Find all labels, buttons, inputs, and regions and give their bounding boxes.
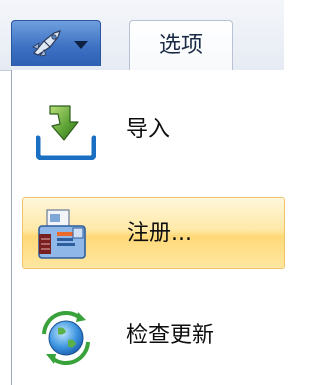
menu-item-label: 导入 [126, 117, 171, 142]
chevron-down-icon [74, 41, 88, 49]
rocket-icon [32, 30, 61, 57]
app-menu-button[interactable] [11, 20, 101, 66]
tab-options[interactable]: 选项 [129, 20, 233, 70]
menu-item-import[interactable]: 导入 [22, 94, 285, 166]
menu-item-register[interactable]: 注册... [22, 197, 285, 269]
register-card-icon [38, 209, 86, 259]
import-icon [36, 105, 96, 160]
globe-refresh-icon [42, 310, 90, 366]
app-menu-panel: 导入 注册... 检查更新 [11, 70, 285, 385]
menu-item-label: 注册... [127, 221, 192, 246]
menu-item-check-updates[interactable]: 检查更新 [22, 300, 285, 372]
app-window: 选项 导入 注册... 检查更新 [0, 0, 285, 385]
tab-strip: 选项 [0, 0, 284, 71]
menu-item-label: 检查更新 [126, 323, 215, 348]
